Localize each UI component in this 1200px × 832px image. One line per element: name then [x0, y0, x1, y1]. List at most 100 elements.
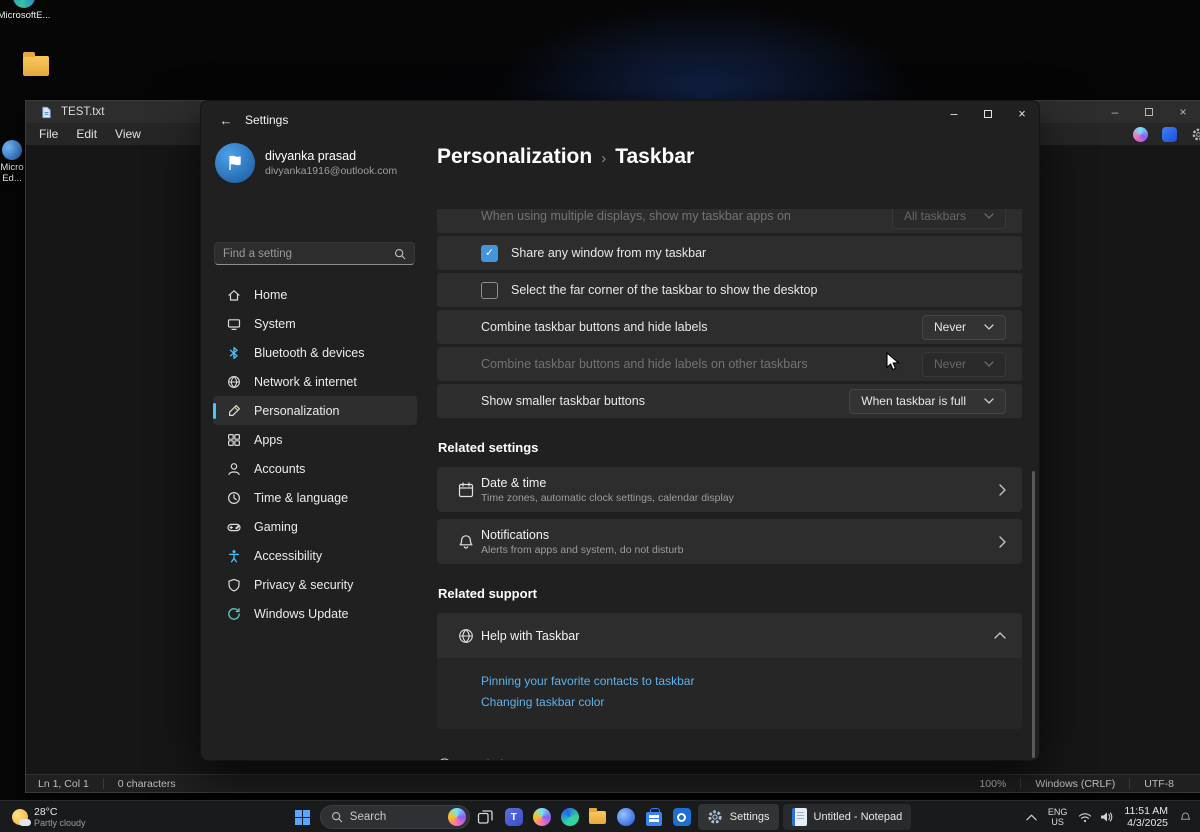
- taskbar: 28°C Partly cloudy Search T: [0, 800, 1200, 832]
- back-button[interactable]: ←: [211, 107, 241, 133]
- maximize-icon: [1145, 108, 1153, 116]
- chevron-up-icon: [994, 632, 1006, 639]
- volume-icon: [1099, 811, 1113, 823]
- sidebar-item-network-internet[interactable]: Network & internet: [213, 367, 417, 396]
- date-time-card[interactable]: Date & time Time zones, automatic clock …: [437, 467, 1022, 512]
- settings-scroll-area: When using multiple displays, show my ta…: [437, 209, 1022, 760]
- scrollbar-thumb[interactable]: [1032, 471, 1035, 758]
- notifications-card[interactable]: Notifications Alerts from apps and syste…: [437, 519, 1022, 564]
- row-far-corner-desktop: Select the far corner of the taskbar to …: [437, 273, 1022, 307]
- row-combine-buttons: Combine taskbar buttons and hide labels …: [437, 310, 1022, 344]
- sidebar-item-accessibility[interactable]: Accessibility: [213, 541, 417, 570]
- start-button[interactable]: [289, 804, 316, 830]
- copilot-icon[interactable]: [530, 805, 554, 829]
- language-indicator[interactable]: ENG US: [1048, 807, 1068, 827]
- sidebar-item-label: System: [254, 317, 296, 331]
- breadcrumb-personalization[interactable]: Personalization: [437, 145, 592, 169]
- sidebar-item-label: Accounts: [254, 462, 305, 476]
- status-encoding[interactable]: UTF-8: [1144, 778, 1174, 790]
- dropdown-combine-other[interactable]: Never: [922, 352, 1006, 377]
- taskbar-button-settings[interactable]: Settings: [698, 804, 779, 830]
- help-with-taskbar-card[interactable]: Help with Taskbar: [437, 613, 1022, 658]
- help-link-taskbar-color[interactable]: Changing taskbar color: [481, 692, 1022, 713]
- status-line-ending[interactable]: Windows (CRLF): [1035, 778, 1115, 790]
- sidebar-item-windows-update[interactable]: Windows Update: [213, 599, 417, 628]
- dropdown-combine-buttons[interactable]: Never: [922, 315, 1006, 340]
- settings-maximize-button[interactable]: [971, 101, 1005, 127]
- sidebar-item-apps[interactable]: Apps: [213, 425, 417, 454]
- sidebar-item-accounts[interactable]: Accounts: [213, 454, 417, 483]
- menu-file[interactable]: File: [30, 124, 67, 144]
- gaming-icon: [226, 519, 242, 535]
- sidebar-item-home[interactable]: Home: [213, 280, 417, 309]
- settings-search-box[interactable]: [214, 242, 415, 265]
- store-icon[interactable]: [642, 805, 666, 829]
- notepad-maximize-button[interactable]: [1132, 101, 1166, 123]
- taskbar-search-box[interactable]: Search: [320, 805, 470, 829]
- update-icon: [226, 606, 242, 622]
- checkbox-far-corner[interactable]: [481, 282, 498, 299]
- file-explorer-icon[interactable]: [586, 805, 610, 829]
- hidden-icons-chevron[interactable]: [1026, 814, 1037, 821]
- sidebar-item-privacy-security[interactable]: Privacy & security: [213, 570, 417, 599]
- sidebar-item-label: Accessibility: [254, 549, 322, 563]
- sidebar-item-label: Personalization: [254, 404, 339, 418]
- avatar: [215, 143, 255, 183]
- editor-icon[interactable]: [1162, 127, 1177, 142]
- profile-email: divyanka1916@outlook.com: [265, 165, 397, 177]
- settings-titlebar[interactable]: ← Settings – ×: [201, 101, 1039, 139]
- windows-logo-icon: [294, 809, 311, 826]
- sidebar-item-system[interactable]: System: [213, 309, 417, 338]
- notification-bell-icon[interactable]: [1179, 811, 1192, 824]
- dropdown-smaller-buttons[interactable]: When taskbar is full: [849, 389, 1006, 414]
- settings-minimize-button[interactable]: –: [937, 101, 971, 127]
- bing-copilot-icon: [448, 808, 466, 826]
- sidebar-item-personalization[interactable]: Personalization: [213, 396, 417, 425]
- notepad-close-button[interactable]: ×: [1166, 101, 1200, 123]
- divider: [1020, 778, 1021, 789]
- account-profile[interactable]: divyanka prasad divyanka1916@outlook.com: [215, 143, 397, 183]
- notepad-statusbar: Ln 1, Col 1 0 characters 100% Windows (C…: [26, 774, 1200, 792]
- sidebar-item-bluetooth-devices[interactable]: Bluetooth & devices: [213, 338, 417, 367]
- divider: [103, 778, 104, 789]
- sidebar-item-time-language[interactable]: Time & language: [213, 483, 417, 512]
- edge-icon: [13, 0, 35, 8]
- globe-icon: [437, 627, 481, 645]
- help-expanded-panel: Pinning your favorite contacts to taskba…: [437, 658, 1022, 729]
- browser-icon[interactable]: [614, 805, 638, 829]
- chevron-right-icon: [999, 484, 1006, 496]
- check-icon: ✓: [485, 248, 494, 259]
- notepad-tab-title[interactable]: TEST.txt: [61, 106, 104, 118]
- divider: [1129, 778, 1130, 789]
- sidebar-item-label: Gaming: [254, 520, 298, 534]
- clock[interactable]: 11:51 AM 4/3/2025: [1124, 805, 1168, 829]
- notepad-minimize-button[interactable]: –: [1098, 101, 1132, 123]
- desktop-icon-microsoft-edge[interactable]: MicrosoftE...: [0, 0, 52, 21]
- status-zoom[interactable]: 100%: [979, 778, 1006, 790]
- taskbar-button-notepad[interactable]: Untitled - Notepad: [783, 804, 912, 830]
- tray-time: 11:51 AM: [1124, 805, 1168, 817]
- globe-icon: [226, 374, 242, 390]
- teams-icon[interactable]: T: [502, 805, 526, 829]
- desktop-icon-folder[interactable]: [8, 56, 64, 78]
- chevron-down-icon: [984, 324, 994, 330]
- copilot-icon[interactable]: [1133, 127, 1148, 142]
- settings-main: Personalization › Taskbar When using mul…: [437, 139, 1039, 760]
- app-icon: [2, 140, 22, 160]
- tray-status-icons[interactable]: [1078, 811, 1113, 823]
- get-help-link[interactable]: Get help: [437, 757, 1022, 760]
- edge-icon[interactable]: [558, 805, 582, 829]
- dropdown-multiple-displays[interactable]: All taskbars: [892, 209, 1006, 229]
- sidebar-item-gaming[interactable]: Gaming: [213, 512, 417, 541]
- menu-edit[interactable]: Edit: [67, 124, 106, 144]
- help-link-pinning-contacts[interactable]: Pinning your favorite contacts to taskba…: [481, 671, 1022, 692]
- settings-close-button[interactable]: ×: [1005, 101, 1039, 127]
- flag-icon: [225, 153, 245, 173]
- gear-icon[interactable]: [1191, 127, 1200, 142]
- checkbox-share-window[interactable]: ✓: [481, 245, 498, 262]
- menu-view[interactable]: View: [106, 124, 150, 144]
- task-view-icon[interactable]: [474, 805, 498, 829]
- outlook-icon[interactable]: [670, 805, 694, 829]
- chevron-right-icon: [999, 536, 1006, 548]
- search-input[interactable]: [223, 248, 394, 260]
